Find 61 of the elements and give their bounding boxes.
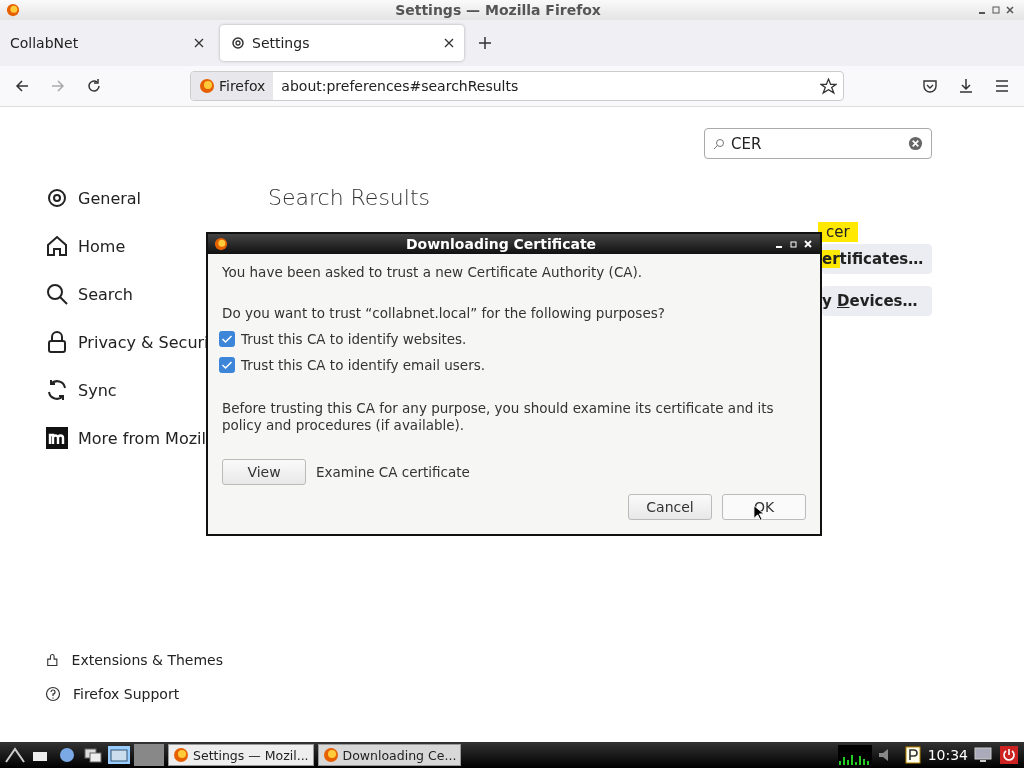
browser-tab[interactable]: CollabNet [0,25,214,61]
firefox-icon [199,78,215,94]
dialog-title: Downloading Certificate [404,236,598,252]
search-icon [713,137,725,150]
search-tooltip: cer [818,222,858,242]
sidebar-item[interactable]: General [45,185,223,211]
download-icon[interactable] [958,78,974,94]
close-icon[interactable] [444,38,454,48]
sidebar-item[interactable]: Sync [45,377,223,403]
menu-icon[interactable] [994,78,1010,94]
checkbox-option[interactable]: Trust this CA to identify websites. [219,331,806,347]
close-icon[interactable] [194,38,204,48]
clock: 10:34 [927,747,968,763]
search-field[interactable]: CER [704,128,932,159]
firefox-icon [322,747,339,763]
new-tab-icon[interactable] [478,36,492,50]
pocket-icon[interactable] [922,78,938,94]
windows-icon[interactable] [82,746,104,764]
monitor-icon[interactable] [972,746,994,764]
power-icon[interactable] [998,746,1020,764]
mozilla-icon [45,426,69,450]
cpu-graph-icon [837,745,872,765]
checkbox-option[interactable]: Trust this CA to identify email users. [219,357,806,373]
dialog-question: Do you want to trust “collabnet.local” for the following purposes? [222,305,666,321]
clear-icon[interactable] [908,136,923,151]
firefox-icon [6,3,20,17]
dialog-text: You have been asked to trust a new Certificate Authority (CA). [222,264,644,280]
taskbar-button[interactable]: Settings — Mozil... [168,744,314,766]
url-text: about:preferences#searchResults [281,78,520,94]
view-label: Examine CA certificate [316,464,470,480]
reload-icon[interactable] [86,78,102,94]
dialog-text: Before trusting this CA for any purpose, you should examine its certificate and its policy and procedures (if available). [222,400,775,434]
taskbar-spacer [134,744,164,766]
identity-button[interactable]: Firefox [191,72,274,100]
search-icon [45,282,69,306]
page-heading: Search Results [268,185,431,210]
sidebar-item[interactable]: Home [45,233,223,259]
sidebar-link[interactable]: Firefox Support [45,686,223,702]
help-icon [45,686,61,702]
settings-button[interactable]: y Devices… [822,286,932,316]
window-controls-icon[interactable] [774,239,814,249]
lock-icon [45,330,69,354]
firefox-icon [214,237,228,251]
dialog-button[interactable]: Cancel [628,494,712,520]
firefox-icon [173,747,189,763]
checkbox[interactable] [219,357,235,373]
puzzle-icon [45,652,60,668]
view-button[interactable]: View [222,459,306,485]
back-icon[interactable] [14,78,30,94]
sidebar-link[interactable]: Extensions & Themes [45,652,223,668]
taskbar-button[interactable]: Downloading Ce... [317,744,462,766]
star-icon[interactable] [820,77,837,95]
sync-icon [45,378,69,402]
sidebar-item[interactable]: More from Mozil [45,425,223,451]
sidebar-item[interactable]: Search [45,281,223,307]
window-title: Settings — Mozilla Firefox [394,2,602,18]
home-icon [45,234,69,258]
launcher-icon[interactable] [4,746,26,764]
address-bar[interactable]: Firefox about:preferences#searchResults [190,71,844,101]
checkbox[interactable] [219,331,235,347]
browser-tab[interactable]: Settings [220,25,464,61]
